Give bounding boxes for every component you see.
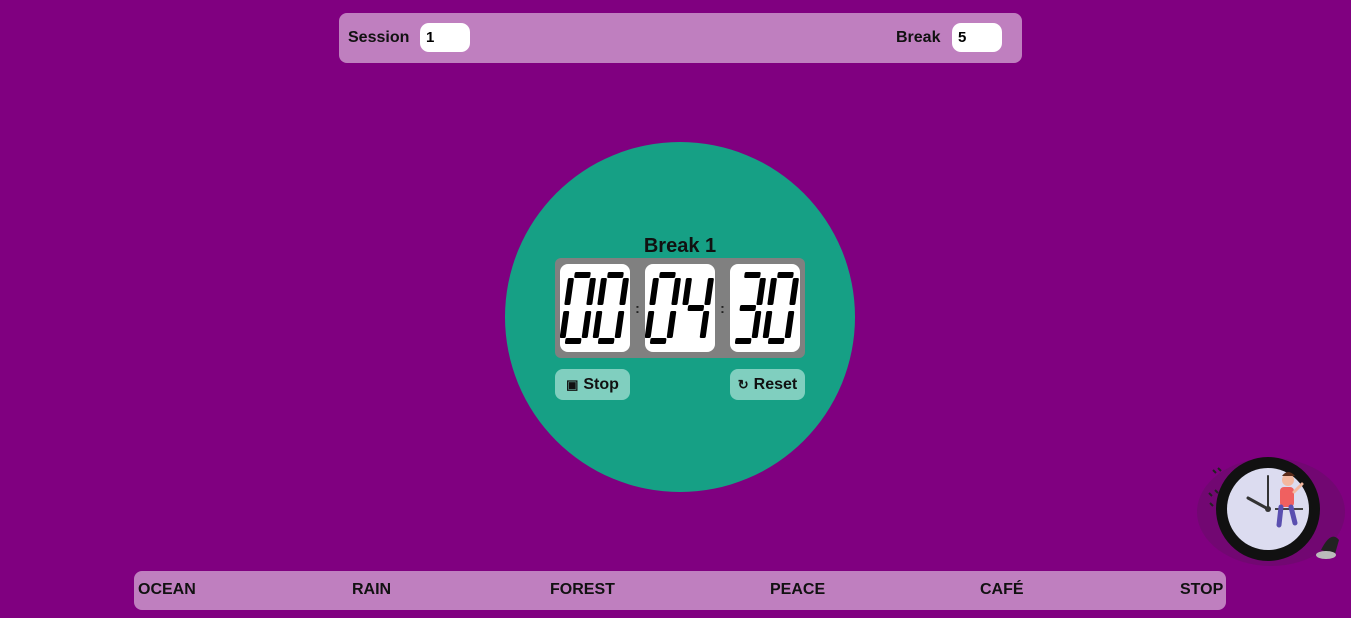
segment-g [687,305,705,311]
stop-button[interactable]: ▣ Stop [555,369,630,400]
segment-f [682,278,692,305]
timer-circle: Break 1 : : ▣ Stop ↻ Reset [505,142,855,492]
colon-separator: : [635,300,640,316]
digit-3 [734,272,766,344]
sound-rain[interactable]: RAIN [352,581,391,599]
reset-arrow-icon: ↻ [737,376,749,392]
seconds-digits [734,272,799,344]
segment-d [597,338,615,344]
segment-e [592,311,603,338]
reset-label: Reset [753,375,798,393]
digit-0 [592,272,629,344]
segment-b [586,278,596,305]
clock-illustration [1197,457,1345,566]
sound-cafe[interactable]: CAFÉ [980,581,1024,599]
hours-digits [560,272,629,344]
stop-square-icon: ▣ [566,376,579,392]
segment-a [659,272,676,278]
minutes-digits [645,272,714,344]
session-input[interactable] [420,23,470,52]
segment-b [671,278,681,305]
segment-b [704,278,714,305]
sound-peace[interactable]: PEACE [770,581,825,599]
segment-c [699,311,710,338]
timer-title: Break 1 [643,235,717,257]
digit-0 [560,272,596,344]
digit-0 [645,272,681,344]
segment-a [744,272,761,278]
segment-b [789,278,799,305]
segment-f [767,278,777,305]
segment-a [574,272,591,278]
segment-f [564,278,574,305]
segment-f [649,278,659,305]
minutes-display [645,264,715,352]
segment-c [751,311,762,338]
segment-c [581,311,592,338]
sound-forest[interactable]: FOREST [550,581,615,599]
segment-c [614,311,625,338]
segment-d [734,338,752,344]
break-input[interactable] [952,23,1002,52]
session-label: Session [348,29,410,46]
segment-c [784,311,795,338]
segment-b [619,278,629,305]
segment-g [739,305,757,311]
break-label: Break [896,29,941,46]
digit-4 [682,278,714,338]
digital-clock: : : [555,258,805,358]
segment-d [564,338,582,344]
sound-stop[interactable]: STOP [1180,581,1223,599]
digit-0 [762,272,799,344]
segment-c [666,311,677,338]
segment-e [762,311,773,338]
segment-a [777,272,794,278]
seconds-display [730,264,800,352]
sound-bar: OCEAN RAIN FOREST PEACE CAFÉ STOP [134,571,1226,610]
colon-separator: : [720,300,725,316]
segment-d [649,338,667,344]
sound-ocean[interactable]: OCEAN [138,581,196,599]
segment-a [607,272,624,278]
segment-f [597,278,607,305]
segment-b [756,278,766,305]
stop-label: Stop [583,375,619,393]
reset-button[interactable]: ↻ Reset [730,369,805,400]
hours-display [560,264,630,352]
segment-e [645,311,655,338]
segment-e [560,311,570,338]
segment-d [767,338,785,344]
settings-bar: Session Break [339,13,1022,63]
